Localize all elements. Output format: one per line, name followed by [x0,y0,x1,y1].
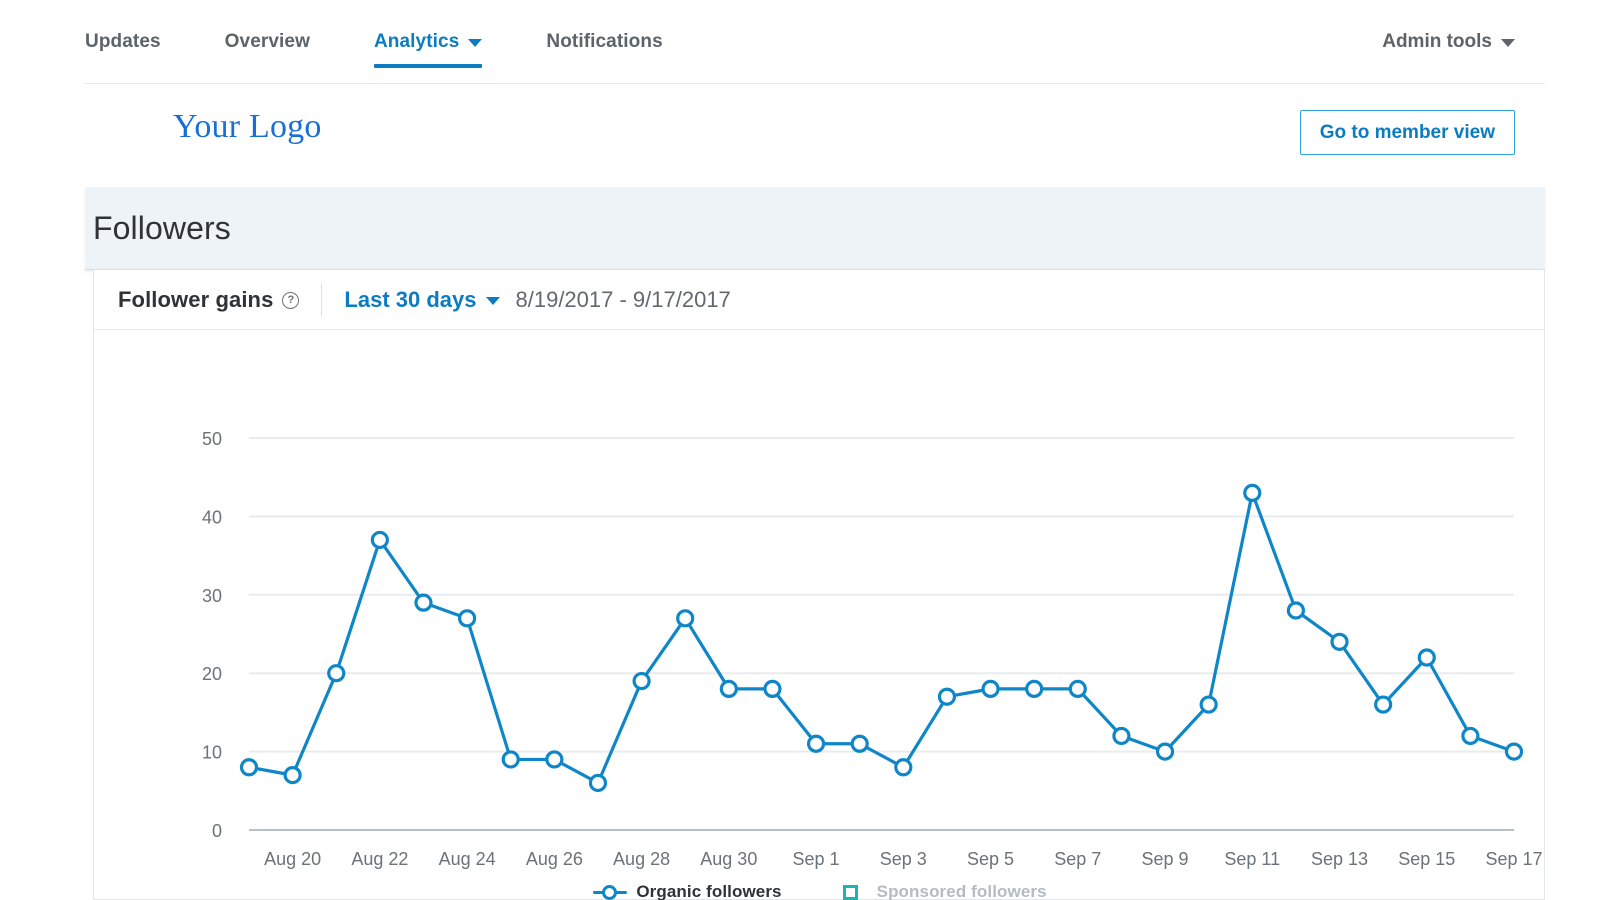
admin-tools-label: Admin tools [1382,30,1492,52]
question-mark-icon[interactable]: ? [282,292,300,309]
legend-label: Sponsored followers [876,882,1047,900]
svg-text:Aug 22: Aug 22 [351,849,408,869]
nav-item-label: Updates [85,30,161,52]
chevron-down-icon [1501,38,1515,47]
nav-item-analytics[interactable]: Analytics [373,0,483,83]
nav-item-overview[interactable]: Overview [225,0,310,83]
svg-text:Sep 5: Sep 5 [967,849,1014,869]
follower-gains-chart: 0 10 20 30 40 50 Aug 20 Aug 22 Aug 24 Aug 26 Aug 2… [94,330,1546,900]
date-range-label: Last 30 days [344,286,477,312]
svg-text:Sep 7: Sep 7 [1054,849,1101,869]
follower-gains-card: Follower gains ? Last 30 days 8/19/2017 … [93,270,1545,900]
svg-text:30: 30 [202,586,222,606]
top-navigation: Updates Overview Analytics Notifications… [85,0,1545,84]
legend-item-sponsored-followers[interactable]: Sponsored followers [834,882,1047,900]
page-title: Followers [93,209,231,246]
svg-text:Aug 26: Aug 26 [526,849,583,869]
sponsored-marker-icon [834,883,868,900]
nav-item-notifications[interactable]: Notifications [546,0,662,83]
card-title-group: Follower gains ? [118,286,300,313]
svg-text:Sep 1: Sep 1 [793,849,840,869]
company-logo[interactable]: Your Logo [173,108,322,146]
analytics-page: Updates Overview Analytics Notifications… [0,0,1600,900]
organic-marker-icon [593,883,628,900]
svg-text:0: 0 [212,821,222,841]
svg-text:50: 50 [202,429,222,449]
svg-text:Aug 24: Aug 24 [439,849,496,869]
nav-item-updates[interactable]: Updates [85,0,161,83]
date-range-dropdown[interactable]: Last 30 days [344,286,500,313]
card-header: Follower gains ? Last 30 days 8/19/2017 … [94,270,1544,330]
nav-item-label: Notifications [546,30,663,52]
followers-section-header: Followers [85,187,1545,270]
svg-text:Sep 3: Sep 3 [880,849,927,869]
card-title: Follower gains [118,286,274,312]
svg-text:Aug 30: Aug 30 [700,849,757,869]
svg-text:40: 40 [202,507,222,527]
svg-text:20: 20 [202,664,222,684]
header-divider [321,282,323,317]
line-chart-svg: 0 10 20 30 40 50 Aug 20 Aug 22 Aug 24 Aug 26 Aug 2… [202,429,1543,869]
svg-text:Aug 28: Aug 28 [613,849,670,869]
chart-legend: Organic followers Sponsored followers [94,882,1546,900]
nav-items: Updates Overview Analytics Notifications [85,0,727,83]
svg-text:Aug 20: Aug 20 [264,849,321,869]
chevron-down-icon [468,38,483,47]
date-range-text: 8/19/2017 - 9/17/2017 [515,286,731,312]
legend-item-organic-followers[interactable]: Organic followers [593,882,782,900]
svg-text:Sep 9: Sep 9 [1142,849,1189,869]
svg-text:10: 10 [202,743,222,763]
go-to-member-view-button[interactable]: Go to member view [1299,110,1515,155]
svg-text:Sep 17: Sep 17 [1485,849,1542,869]
svg-text:Sep 15: Sep 15 [1398,849,1455,869]
svg-text:Sep 11: Sep 11 [1224,849,1280,869]
chevron-down-icon [485,296,500,305]
admin-tools-menu[interactable]: Admin tools [1382,0,1545,83]
nav-item-label: Overview [224,30,310,52]
svg-text:Sep 13: Sep 13 [1311,849,1368,869]
nav-item-label: Analytics [373,30,460,52]
brand-row: Your Logo Go to member view [85,84,1545,184]
legend-label: Organic followers [636,882,782,900]
